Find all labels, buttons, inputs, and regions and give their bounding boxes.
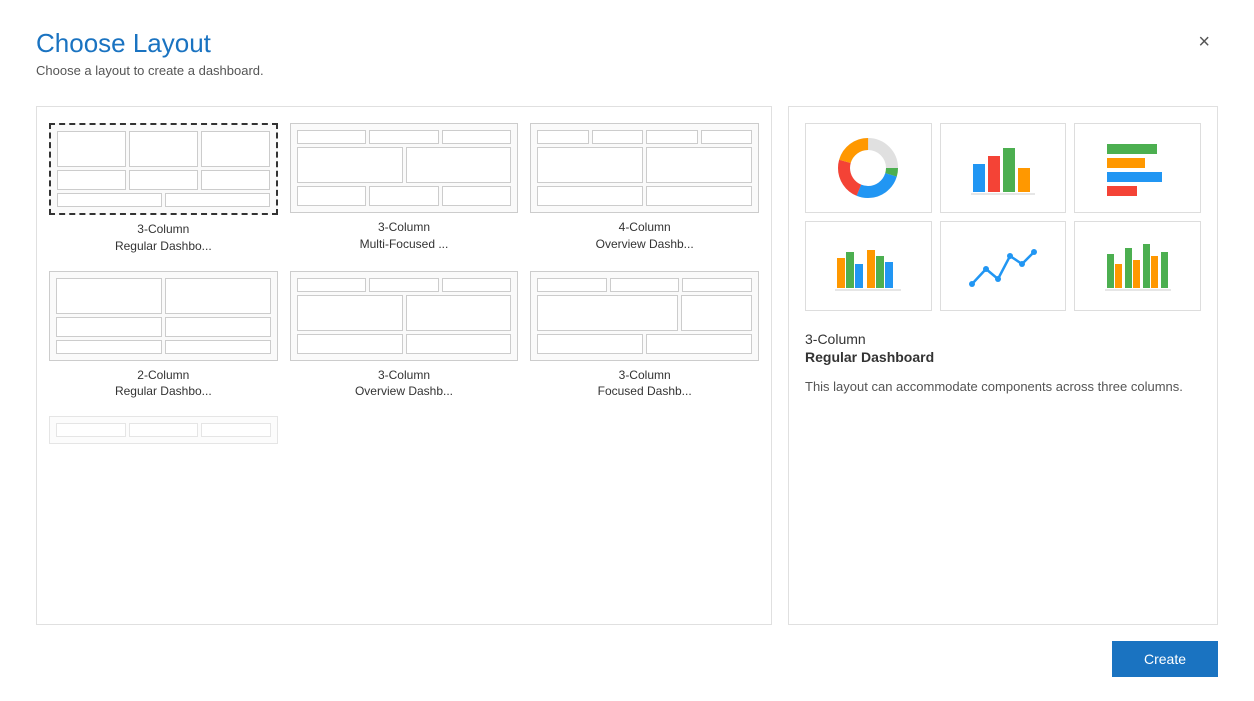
layout-list-panel: 3-ColumnRegular Dashbo... xyxy=(36,106,772,625)
preview-name-line2: Regular Dashboard xyxy=(805,349,1201,365)
mini-cell xyxy=(201,423,271,437)
mini-cell xyxy=(201,131,270,167)
chart-grid xyxy=(805,123,1201,311)
mini-cell xyxy=(537,295,677,331)
layout-preview-3col-regular xyxy=(49,123,278,215)
chart-thumb-line xyxy=(940,221,1067,311)
mini-cell xyxy=(592,130,643,144)
mini-cell xyxy=(297,334,403,354)
mini-cell xyxy=(610,278,680,292)
layout-preview-4col-overview xyxy=(530,123,759,213)
mini-cell xyxy=(56,423,126,437)
layout-preview-2col-regular xyxy=(49,271,278,361)
mini-cell xyxy=(129,170,198,190)
mini-cell xyxy=(537,147,643,183)
mini-cell xyxy=(56,317,162,337)
layout-preview-3col-overview xyxy=(290,271,519,361)
mini-cell xyxy=(57,170,126,190)
mini-cell xyxy=(406,295,512,331)
mini-cell xyxy=(129,423,199,437)
mini-cell xyxy=(406,147,512,183)
chart-thumb-bar3 xyxy=(1074,221,1201,311)
mini-cell xyxy=(57,193,162,207)
mini-cell xyxy=(297,130,367,144)
title-block: Choose Layout Choose a layout to create … xyxy=(36,28,264,78)
mini-cell xyxy=(56,278,162,314)
layout-item-3col-focused[interactable]: 3-ColumnFocused Dashb... xyxy=(530,271,759,401)
mini-cell xyxy=(201,170,270,190)
mini-cell xyxy=(537,278,607,292)
mini-cell xyxy=(129,131,198,167)
mini-cell xyxy=(537,186,643,206)
mini-cell xyxy=(165,193,270,207)
mini-cell xyxy=(369,130,439,144)
mini-cell xyxy=(646,147,752,183)
layout-item-3col-overview[interactable]: 3-ColumnOverview Dashb... xyxy=(290,271,519,401)
preview-name-line1: 3-Column xyxy=(805,331,1201,347)
dialog-header: Choose Layout Choose a layout to create … xyxy=(36,28,1218,78)
mini-cell xyxy=(442,130,512,144)
mini-cell xyxy=(297,278,367,292)
mini-cell xyxy=(297,295,403,331)
close-button[interactable]: × xyxy=(1190,28,1218,56)
chart-thumb-bar1 xyxy=(940,123,1067,213)
create-button[interactable]: Create xyxy=(1112,641,1218,677)
layout-preview-3col-focused xyxy=(530,271,759,361)
layout-list-scroll: 3-ColumnRegular Dashbo... xyxy=(37,107,771,624)
mini-cell xyxy=(165,278,271,314)
layout-item-4col-overview[interactable]: 4-ColumnOverview Dashb... xyxy=(530,123,759,255)
chart-thumb-hbar xyxy=(1074,123,1201,213)
dialog-title: Choose Layout xyxy=(36,28,264,59)
mini-cell xyxy=(369,186,439,206)
mini-cell xyxy=(537,334,643,354)
layout-label-2col-regular: 2-ColumnRegular Dashbo... xyxy=(115,367,212,401)
layout-label-4col-overview: 4-ColumnOverview Dashb... xyxy=(596,219,694,253)
mini-cell xyxy=(646,186,752,206)
layout-item-2col-regular[interactable]: 2-ColumnRegular Dashbo... xyxy=(49,271,278,401)
mini-cell xyxy=(57,131,126,167)
layout-item-3col-multifocused[interactable]: 3-ColumnMulti-Focused ... xyxy=(290,123,519,255)
layout-label-3col-regular: 3-ColumnRegular Dashbo... xyxy=(115,221,212,255)
choose-layout-dialog: Choose Layout Choose a layout to create … xyxy=(0,0,1254,701)
mini-cell xyxy=(406,334,512,354)
mini-cell xyxy=(681,295,752,331)
mini-cell xyxy=(165,340,271,354)
layout-preview-3col-multifocused xyxy=(290,123,519,213)
mini-cell xyxy=(297,186,367,206)
mini-cell xyxy=(297,147,403,183)
layout-preview-partial xyxy=(49,416,278,444)
preview-description: This layout can accommodate components a… xyxy=(805,377,1201,397)
mini-cell xyxy=(165,317,271,337)
mini-cell xyxy=(369,278,439,292)
layout-label-3col-focused: 3-ColumnFocused Dashb... xyxy=(598,367,692,401)
chart-thumb-donut xyxy=(805,123,932,213)
dialog-footer: Create xyxy=(36,625,1218,677)
mini-cell xyxy=(646,130,697,144)
mini-cell xyxy=(442,186,512,206)
layout-item-3col-regular[interactable]: 3-ColumnRegular Dashbo... xyxy=(49,123,278,255)
mini-cell xyxy=(56,340,162,354)
preview-panel: 3-Column Regular Dashboard This layout c… xyxy=(788,106,1218,625)
layout-label-3col-overview: 3-ColumnOverview Dashb... xyxy=(355,367,453,401)
chart-thumb-bar2 xyxy=(805,221,932,311)
layout-label-3col-multifocused: 3-ColumnMulti-Focused ... xyxy=(360,219,449,253)
dialog-body: 3-ColumnRegular Dashbo... xyxy=(36,106,1218,625)
mini-cell xyxy=(537,130,588,144)
dialog-subtitle: Choose a layout to create a dashboard. xyxy=(36,63,264,78)
mini-cell xyxy=(682,278,752,292)
mini-cell xyxy=(646,334,752,354)
mini-cell xyxy=(442,278,512,292)
mini-cell xyxy=(701,130,752,144)
layout-item-partial[interactable] xyxy=(49,416,278,450)
